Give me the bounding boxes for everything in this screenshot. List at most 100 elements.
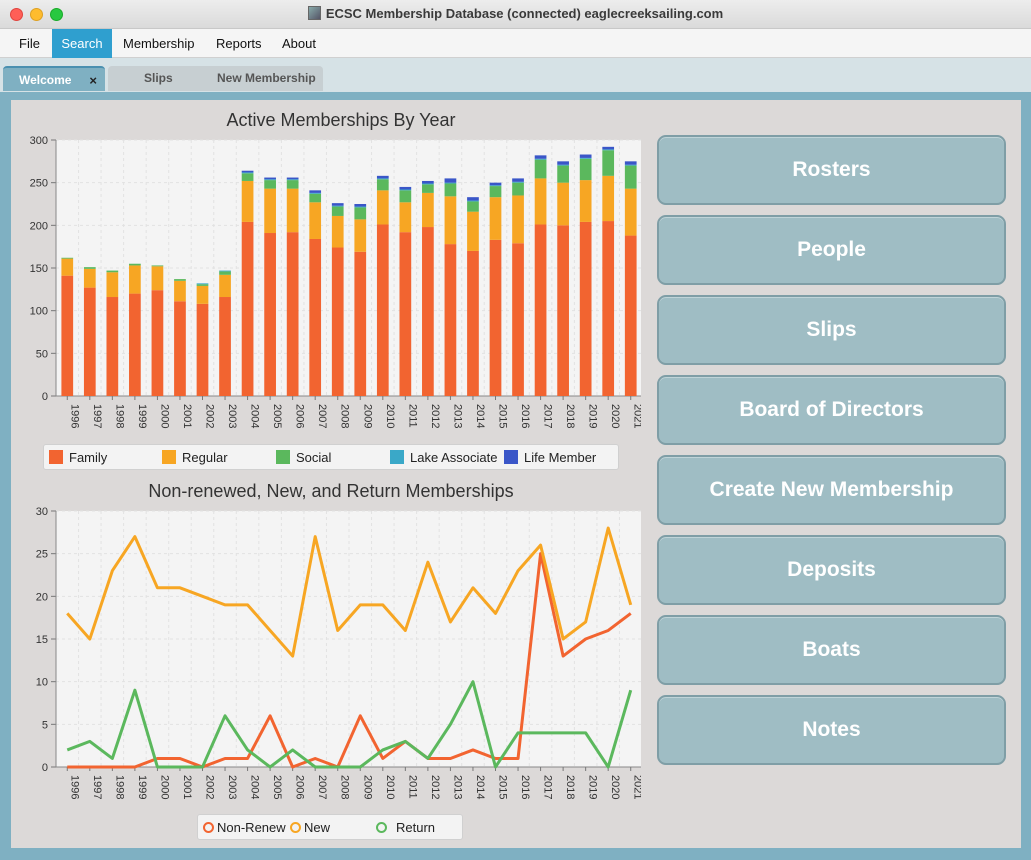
bar-chart-y-tick-label: 50 [36, 348, 48, 360]
legend-new: New [290, 815, 330, 839]
bar-family-1996 [61, 275, 74, 396]
bar-chart-x-tick-label: 2019 [587, 404, 599, 428]
bar-social-2007 [309, 193, 322, 203]
bar-family-2016 [512, 243, 524, 396]
menu-membership[interactable]: Membership [115, 29, 203, 58]
window-title: ECSC Membership Database (connected) eag… [325, 6, 724, 21]
membership-changes-chart: 0 5 10 15 20 25 30 1996 1997 1998 1999 2000 2001 2002… [36, 506, 641, 799]
bar-regular-2019 [579, 180, 592, 222]
bar-social-2019 [579, 158, 592, 181]
menu-search[interactable]: Search [52, 29, 112, 58]
bar-regular-2011 [399, 202, 412, 233]
line-chart-x-tick-label: 2000 [158, 775, 170, 799]
line-chart-x-tick-label: 2002 [204, 775, 216, 799]
bar-chart-x-tick-label: 1998 [113, 404, 125, 428]
bar-chart-x-tick-label: 2012 [429, 404, 441, 428]
bar-regular-2020 [602, 175, 615, 222]
bar-lake-associate-2011 [399, 189, 412, 191]
bar-family-2001 [174, 301, 186, 396]
rosters-button[interactable]: Rosters [657, 135, 1006, 205]
legend-family-label: Family [69, 449, 108, 465]
line-chart-x-tick-label: 1999 [136, 775, 148, 799]
bar-regular-2010 [376, 190, 389, 225]
menu-about[interactable]: About [274, 29, 324, 58]
bar-chart-y-tick-label: 300 [30, 135, 48, 147]
bar-lake-associate-2007 [309, 192, 322, 194]
title-bar: ECSC Membership Database (connected) eag… [0, 0, 1031, 29]
line-chart-x-tick-label: 1998 [113, 775, 125, 799]
bar-family-2015 [489, 239, 502, 396]
bar-social-2000 [151, 265, 164, 267]
close-tab-icon[interactable]: × [89, 68, 97, 93]
bar-chart-x-tick-label: 1997 [91, 404, 103, 428]
bar-lake-associate-2010 [376, 178, 389, 180]
bar-social-2015 [489, 186, 502, 198]
bar-social-2003 [219, 271, 231, 275]
bar-chart-x-tick-label: 2004 [249, 404, 261, 428]
board-of-directors-button[interactable]: Board of Directors [657, 375, 1006, 445]
bar-family-2005 [264, 233, 276, 396]
legend-return-marker [376, 821, 387, 833]
bar-social-2009 [354, 207, 367, 220]
people-button[interactable]: People [657, 215, 1006, 285]
bar-life-member-2009 [354, 204, 367, 207]
bar-chart-x-tick-label: 2001 [181, 404, 193, 428]
legend-regular: Regular [162, 445, 228, 469]
bar-social-1996 [61, 257, 74, 259]
bar-social-2010 [376, 179, 389, 191]
bar-social-2021 [624, 165, 637, 189]
bar-regular-2000 [151, 266, 164, 291]
deposits-button[interactable]: Deposits [657, 535, 1006, 605]
bar-regular-2006 [286, 188, 299, 233]
bar-life-member-2010 [376, 175, 389, 179]
bar-chart-y-tick-label: 250 [30, 178, 48, 190]
legend-new-label: New [304, 819, 331, 835]
tab-slips[interactable]: Slips [144, 66, 173, 91]
bar-regular-2004 [241, 180, 254, 222]
line-chart-x-tick-label: 2019 [587, 775, 599, 799]
tab-welcome[interactable]: Welcome × [3, 66, 105, 91]
bar-social-2011 [399, 190, 412, 203]
bar-lake-associate-2006 [286, 179, 299, 181]
bar-family-1999 [129, 293, 141, 396]
line-chart-x-tick-label: 2012 [429, 775, 441, 799]
bar-social-2008 [331, 206, 344, 216]
line-chart-legend: Non-Renew New Return [197, 814, 463, 840]
legend-regular-label: Regular [182, 449, 228, 465]
line-chart-x-tick-label: 2006 [294, 775, 306, 799]
line-chart-x-tick-label: 2007 [316, 775, 328, 799]
tab-welcome-label: Welcome [19, 73, 72, 87]
menu-reports[interactable]: Reports [208, 29, 270, 58]
menu-file[interactable]: File [11, 29, 48, 58]
bar-lake-associate-2020 [602, 149, 615, 151]
app-icon [307, 6, 321, 20]
create-new-membership-button[interactable]: Create New Membership [657, 455, 1006, 525]
bar-social-2017 [534, 159, 547, 179]
bar-family-2006 [286, 232, 299, 396]
line-chart-x-tick-label: 1997 [91, 775, 103, 799]
bar-chart-title: Active Memberships By Year [226, 110, 456, 130]
active-memberships-chart: 0 50 100 150 200 250 300 1996 1997 1998 1999 2000 20… [30, 135, 641, 428]
line-chart-y-tick-label: 0 [42, 762, 48, 774]
legend-social: Social [276, 445, 331, 469]
bar-regular-2003 [219, 274, 231, 298]
notes-button[interactable]: Notes [657, 695, 1006, 765]
bar-chart-x-tick-label: 2005 [271, 404, 283, 428]
bar-social-1997 [83, 267, 96, 269]
slips-button[interactable]: Slips [657, 295, 1006, 365]
line-chart-x-tick-label: 2014 [474, 775, 486, 799]
bar-lake-associate-2003 [219, 270, 231, 272]
bar-family-2009 [354, 251, 367, 396]
bar-regular-2001 [174, 280, 186, 302]
boats-button[interactable]: Boats [657, 615, 1006, 685]
bar-chart-x-tick-label: 2013 [451, 404, 463, 428]
bar-life-member-2020 [602, 146, 615, 150]
bar-life-member-2006 [286, 177, 299, 180]
bar-lake-associate-2016 [512, 181, 524, 183]
tab-new-membership[interactable]: New Membership [217, 66, 316, 91]
bar-chart-x-tick-label: 2015 [497, 404, 509, 428]
bar-family-2010 [376, 224, 389, 396]
line-chart-y-tick-label: 5 [42, 719, 48, 731]
line-chart-x-tick-label: 2009 [361, 775, 373, 799]
bar-lake-associate-2008 [331, 205, 344, 207]
